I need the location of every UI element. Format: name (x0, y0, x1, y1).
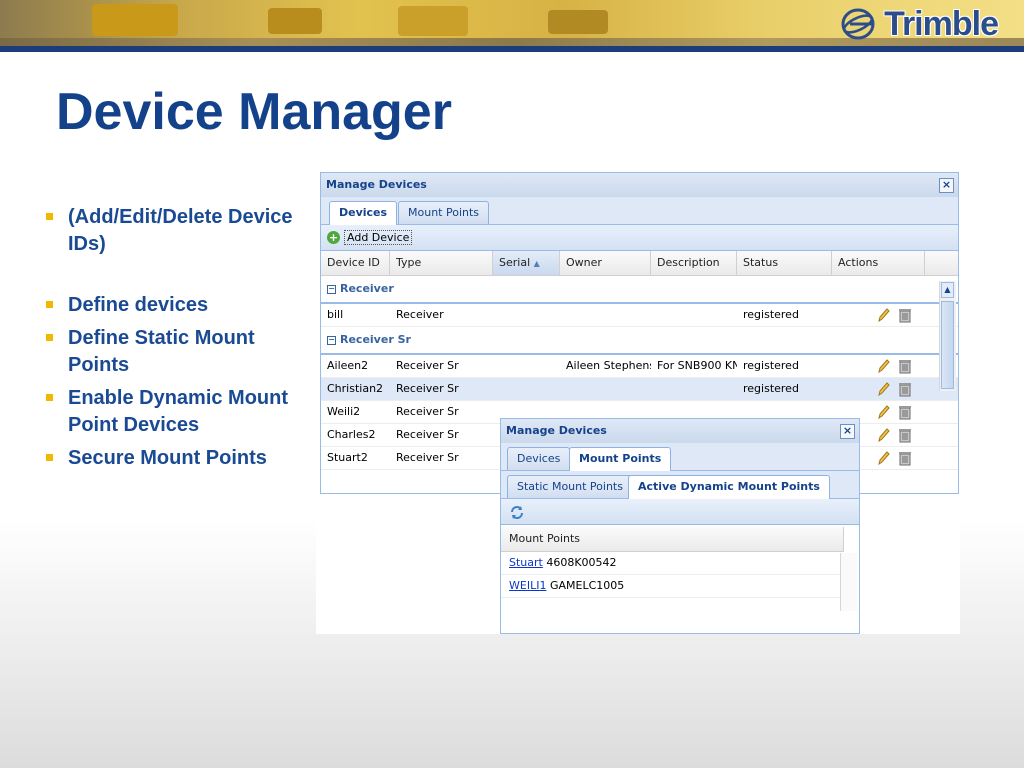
list-item[interactable]: Stuart 4608K00542 (501, 552, 843, 575)
add-device-button[interactable]: + Add Device (327, 229, 413, 245)
window-title: Manage Devices × (501, 419, 859, 443)
bullet-square-icon (46, 394, 53, 401)
cell-device-id: Stuart2 (327, 451, 368, 464)
bullet-square-icon (46, 301, 53, 308)
feature-list: (Add/Edit/Delete Device IDs) Define devi… (46, 204, 296, 478)
bullet-item: Enable Dynamic Mount Point Devices (46, 385, 296, 439)
tab-static-mount-points[interactable]: Static Mount Points (507, 475, 633, 498)
cell-device-id: bill (327, 308, 344, 321)
excavator-image (92, 4, 178, 36)
screenshot-area: Manage Devices × Devices Mount Points + … (316, 168, 960, 634)
cell-status: registered (743, 308, 799, 321)
bullet-item: (Add/Edit/Delete Device IDs) (46, 204, 296, 258)
column-serial[interactable]: Serial ▲ (493, 251, 560, 275)
pencil-icon[interactable] (876, 358, 890, 374)
pencil-icon[interactable] (876, 450, 890, 466)
column-owner[interactable]: Owner (560, 251, 651, 275)
collapse-icon[interactable]: − (327, 335, 336, 345)
close-icon[interactable]: × (939, 178, 954, 193)
column-mount-points[interactable]: Mount Points (501, 527, 844, 552)
dozer-image (268, 8, 322, 34)
loader-image (398, 6, 468, 36)
column-type[interactable]: Type (390, 251, 493, 275)
trimble-logo: Trimble (840, 4, 999, 44)
manage-mount-points-window: Manage Devices × Devices Mount Points St… (500, 418, 860, 634)
grid-header: Device ID Type Serial ▲ Owner Descriptio… (321, 251, 958, 276)
trash-icon[interactable] (898, 307, 912, 323)
cell-type: Receiver Sr (396, 359, 459, 372)
page-title: Device Manager (56, 83, 452, 141)
group-header-receiver-sr[interactable]: − Receiver Sr (321, 327, 958, 355)
column-device-id[interactable]: Device ID (321, 251, 390, 275)
trash-icon[interactable] (898, 358, 912, 374)
mount-point-value: 4608K00542 (546, 556, 617, 569)
window-title: Manage Devices × (321, 173, 958, 197)
pencil-icon[interactable] (876, 404, 890, 420)
cell-owner: Aileen Stephens (566, 359, 651, 372)
cell-description: For SNB900 KN (657, 359, 737, 372)
grid-toolbar: + Add Device (321, 225, 958, 251)
trash-icon[interactable] (898, 450, 912, 466)
pencil-icon[interactable] (876, 427, 890, 443)
mount-point-link[interactable]: WEILI1 (509, 579, 546, 592)
cell-status: registered (743, 359, 799, 372)
list-scrollbar[interactable] (840, 553, 857, 611)
tab-active-dynamic-mount-points[interactable]: Active Dynamic Mount Points (628, 475, 830, 499)
cell-status: registered (743, 382, 799, 395)
column-status[interactable]: Status (737, 251, 832, 275)
bullet-square-icon (46, 334, 53, 341)
bullet-item: Secure Mount Points (46, 445, 296, 472)
refresh-icon[interactable] (509, 504, 525, 520)
bullet-square-icon (46, 454, 53, 461)
cell-type: Receiver (396, 308, 444, 321)
sub-tab-bar: Static Mount Points Active Dynamic Mount… (501, 471, 859, 499)
trash-icon[interactable] (898, 404, 912, 420)
trash-icon[interactable] (898, 427, 912, 443)
grid-scrollbar[interactable]: ▲ (939, 281, 956, 391)
sort-ascending-icon: ▲ (533, 259, 540, 268)
tab-bar: Devices Mount Points (501, 443, 859, 471)
cell-device-id: Charles2 (327, 428, 376, 441)
table-row[interactable]: bill Receiver registered (321, 304, 958, 327)
trimble-globe-icon (841, 8, 875, 40)
pencil-icon[interactable] (876, 381, 890, 397)
cell-device-id: Aileen2 (327, 359, 369, 372)
scroll-thumb[interactable] (941, 301, 954, 389)
truck-image (548, 10, 608, 34)
column-description[interactable]: Description (651, 251, 737, 275)
table-row[interactable]: Christian2 Receiver Sr registered (321, 378, 958, 401)
add-icon: + (327, 230, 340, 244)
tab-bar: Devices Mount Points (321, 197, 958, 225)
table-row[interactable]: Aileen2 Receiver Sr Aileen Stephens For … (321, 355, 958, 378)
bullet-item: Define devices (46, 292, 296, 319)
cell-device-id: Weili2 (327, 405, 361, 418)
scroll-up-icon[interactable]: ▲ (941, 282, 954, 298)
tab-devices[interactable]: Devices (329, 201, 398, 225)
cell-type: Receiver Sr (396, 382, 459, 395)
mount-point-value: GAMELC1005 (549, 579, 625, 592)
tab-mount-points[interactable]: Mount Points (569, 447, 672, 471)
header-banner: Trimble (0, 0, 1024, 52)
group-header-receiver[interactable]: − Receiver (321, 276, 958, 304)
trash-icon[interactable] (898, 381, 912, 397)
list-item[interactable]: WEILI1 GAMELC1005 (501, 575, 843, 598)
tab-mount-points[interactable]: Mount Points (398, 201, 490, 224)
bullet-item: Define Static Mount Points (46, 325, 296, 379)
column-actions[interactable]: Actions (832, 251, 925, 275)
collapse-icon[interactable]: − (327, 284, 336, 294)
cell-device-id: Christian2 (327, 382, 384, 395)
tab-devices[interactable]: Devices (507, 447, 571, 470)
bullet-square-icon (46, 213, 53, 220)
logo-text: Trimble (884, 4, 999, 43)
cell-type: Receiver Sr (396, 451, 459, 464)
close-icon[interactable]: × (840, 424, 855, 439)
pencil-icon[interactable] (876, 307, 890, 323)
cell-type: Receiver Sr (396, 428, 459, 441)
banner-rule (0, 46, 1024, 52)
mount-points-toolbar (501, 499, 859, 525)
cell-type: Receiver Sr (396, 405, 459, 418)
mount-point-link[interactable]: Stuart (509, 556, 543, 569)
